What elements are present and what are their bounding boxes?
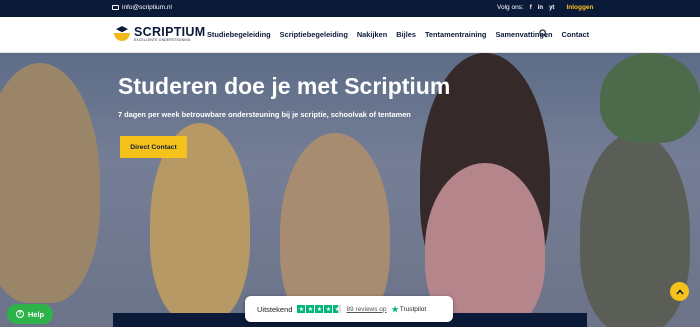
top-bar: info@scriptium.nl Volg ons: f in yt Inlo… — [0, 0, 700, 17]
trustpilot-brand-text: Trustpilot — [399, 305, 427, 313]
logo-tagline: EXCELLENTE ONDERSTEUNING — [134, 38, 191, 42]
half-star-icon: ★ — [333, 305, 342, 313]
facebook-icon[interactable]: f — [530, 5, 532, 11]
top-bar-right: Volg ons: f in yt Inloggen — [497, 4, 594, 11]
trustpilot-reviews-link[interactable]: 89 reviews op — [346, 306, 386, 313]
scriptium-logo[interactable]: SCRIPTIUM EXCELLENTE ONDERSTEUNING — [113, 24, 205, 44]
nav-item-tentamentraining[interactable]: Tentamentraining — [425, 30, 486, 39]
help-button[interactable]: ? Help — [7, 304, 53, 324]
email-text: info@scriptium.nl — [122, 4, 172, 11]
help-icon: ? — [15, 310, 24, 318]
mail-icon — [112, 5, 119, 10]
trustpilot-brand: ★ Trustpilot — [392, 305, 427, 314]
trustpilot-widget[interactable]: Uitstekend ★ ★ ★ ★ ★ 89 reviews op ★ Trus… — [245, 296, 453, 322]
star-icon: ★ — [324, 305, 333, 313]
trustpilot-rating-label: Uitstekend — [257, 304, 293, 314]
nav-item-studiebegeleiding[interactable]: Studiebegeleiding — [207, 30, 271, 39]
direct-contact-button[interactable]: Direct Contact — [120, 136, 187, 158]
trustpilot-stars: ★ ★ ★ ★ ★ — [297, 305, 342, 313]
logo-crest-icon — [113, 24, 131, 44]
linkedin-icon[interactable]: in — [538, 5, 543, 11]
logo-name: SCRIPTIUM — [134, 25, 206, 39]
nav-item-nakijken[interactable]: Nakijken — [357, 30, 387, 39]
nav-item-scriptiebegeleiding[interactable]: Scriptiebegeleiding — [280, 30, 348, 39]
scroll-to-top-button[interactable] — [670, 282, 689, 301]
hero-tagline: 7 dagen per week betrouwbare ondersteuni… — [118, 110, 411, 119]
login-link[interactable]: Inloggen — [566, 4, 593, 11]
chevron-up-icon — [675, 288, 684, 294]
follow-label: Volg ons: — [497, 4, 524, 11]
star-icon: ★ — [297, 305, 306, 313]
search-icon[interactable] — [539, 29, 548, 38]
star-icon: ★ — [306, 305, 315, 313]
trustpilot-star-icon: ★ — [391, 304, 399, 314]
main-navigation: SCRIPTIUM EXCELLENTE ONDERSTEUNING Studi… — [0, 17, 700, 53]
youtube-icon[interactable]: yt — [549, 5, 554, 11]
hero-title: Studeren doe je met Scriptium — [118, 73, 451, 99]
nav-item-bijles[interactable]: Bijles — [396, 30, 416, 39]
help-label: Help — [27, 309, 45, 319]
email-link[interactable]: info@scriptium.nl — [112, 4, 172, 11]
nav-item-contact[interactable]: Contact — [562, 30, 590, 39]
hero-section: Studeren doe je met Scriptium 7 dagen pe… — [0, 53, 700, 327]
star-icon: ★ — [315, 305, 324, 313]
